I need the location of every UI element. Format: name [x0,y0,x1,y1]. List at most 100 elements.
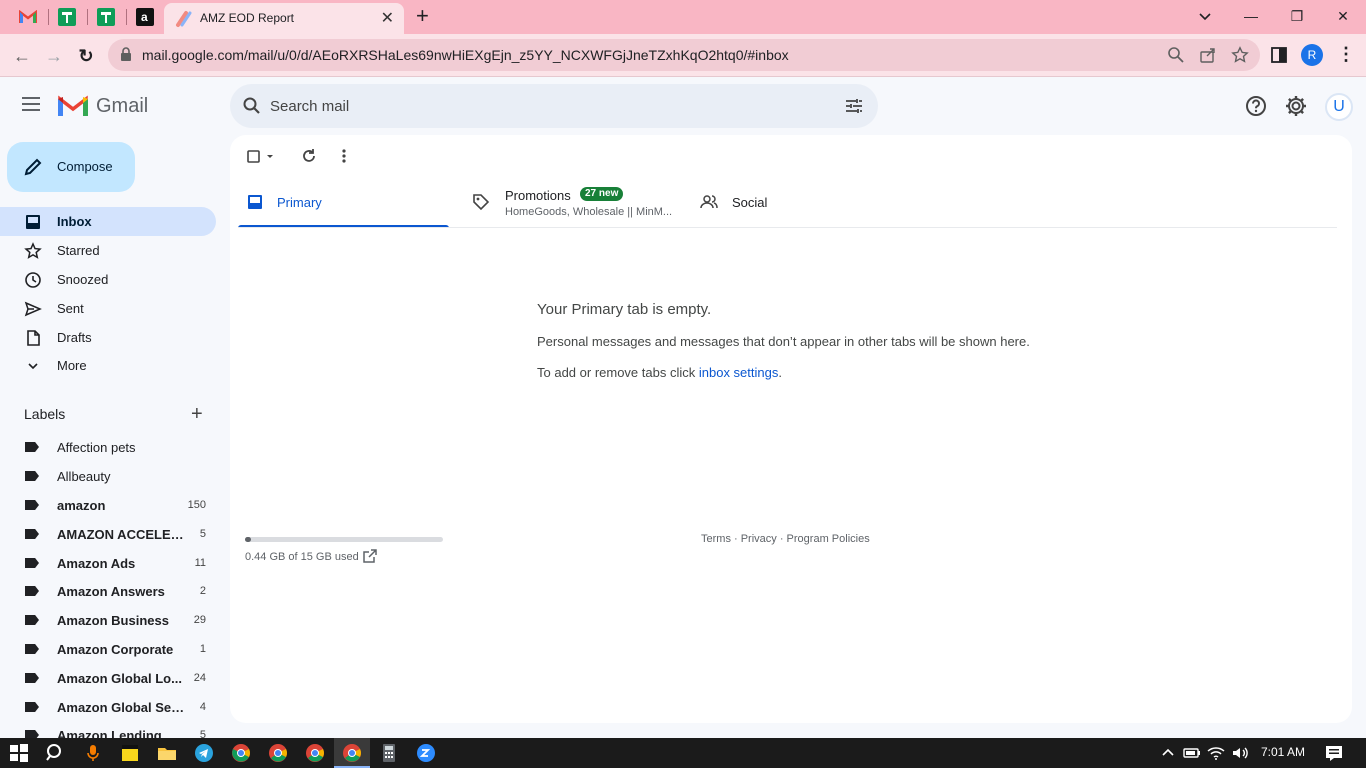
search-icon[interactable] [242,96,262,116]
nav-label: Snoozed [57,272,109,287]
sheets-tab-icon[interactable] [96,7,116,27]
add-label-button[interactable]: + [191,403,203,426]
label-name: Amazon Global Lo... [57,671,182,686]
zoom-icon[interactable] [1167,46,1185,64]
tab-primary[interactable]: Primary [238,177,449,228]
tab-label: Primary [277,195,322,210]
label-item[interactable]: Amazon Lending 5 [0,721,216,738]
file-explorer-icon[interactable] [157,743,177,763]
nav-item-drafts[interactable]: Drafts [0,323,216,352]
gmail-tab-icon[interactable] [18,7,38,27]
system-clock: 7:01 AM [1261,745,1306,759]
label-item[interactable]: AMAZON ACCELER... 5 [0,520,216,549]
label-item[interactable]: amazon 150 [0,491,216,520]
label-item[interactable]: Amazon Global Sell... 4 [0,693,216,722]
address-bar[interactable]: mail.google.com/mail/u/0/d/AEoRXRSHaLes6… [108,39,1260,71]
label-item[interactable]: Amazon Corporate 1 [0,635,216,664]
label-item[interactable]: Amazon Ads 11 [0,549,216,578]
label-tag-icon [25,558,39,568]
gmail-logo-icon[interactable] [58,94,88,118]
tab-close-icon[interactable]: ✕ [381,8,394,28]
sheets-tab-icon[interactable] [57,7,77,27]
label-item[interactable]: Amazon Answers 2 [0,577,216,606]
chrome-icon[interactable] [342,743,362,763]
side-panel-icon[interactable] [1271,47,1287,63]
refresh-icon[interactable] [301,148,317,164]
bookmark-star-icon[interactable] [1231,46,1249,64]
external-link-icon[interactable] [363,549,377,563]
account-avatar[interactable]: U [1325,93,1353,121]
volume-icon[interactable] [1230,743,1250,763]
windows-start-icon[interactable] [9,743,29,763]
settings-gear-icon[interactable] [1284,94,1308,118]
labels-heading: Labels [24,406,66,422]
new-tab-button[interactable]: + [416,3,429,29]
tab-title: AMZ EOD Report [200,11,295,25]
address-url: mail.google.com/mail/u/0/d/AEoRXRSHaLes6… [142,47,789,63]
close-window-button[interactable]: ✕ [1320,4,1366,28]
back-button[interactable]: ← [10,44,34,68]
microphone-icon[interactable] [83,743,103,763]
gmail-wordmark: Gmail [96,95,149,117]
storage-meter-fill [245,537,251,542]
tab-search-icon[interactable] [1196,7,1214,30]
chevron-up-icon[interactable] [1158,743,1178,763]
nav-item-sent[interactable]: Sent [0,294,216,323]
label-tag-icon [25,529,39,539]
search-input[interactable] [270,84,830,128]
amazon-tab-icon[interactable]: a [135,7,155,27]
label-item[interactable]: Amazon Global Lo... 24 [0,664,216,693]
sticky-notes-icon[interactable] [120,743,140,763]
label-tag-icon [25,442,39,452]
nav-item-starred[interactable]: Starred [0,236,216,265]
nav-item-more[interactable]: More [0,351,216,380]
label-item[interactable]: Amazon Business 29 [0,606,216,635]
telegram-icon[interactable] [194,743,214,763]
main-menu-icon[interactable] [22,96,42,112]
chrome-icon[interactable] [305,743,325,763]
reload-button[interactable]: ↻ [74,44,98,68]
label-name: Amazon Answers [57,584,165,599]
nav-item-snoozed[interactable]: Snoozed [0,265,216,294]
promotions-senders: HomeGoods, Wholesale || MinM... [505,206,673,218]
chrome-menu-icon[interactable]: ⋮ [1337,44,1355,65]
new-count-badge: 27 new [580,187,624,201]
wifi-icon[interactable] [1206,743,1226,763]
tag-icon [473,194,490,211]
footer-links[interactable]: Terms · Privacy · Program Policies [701,533,870,545]
tab-label: Social [732,195,768,210]
restore-button[interactable]: ❐ [1274,4,1320,28]
tab-label: Promotions [505,188,571,203]
clock-icon [25,272,41,288]
taskbar-search-icon[interactable] [45,743,65,763]
help-icon[interactable] [1244,94,1268,118]
tab-promotions[interactable]: Promotions [470,177,680,228]
nav-item-inbox[interactable]: Inbox [0,207,216,236]
label-item[interactable]: Affection pets [0,433,216,462]
active-browser-tab[interactable]: AMZ EOD Report ✕ [164,3,404,34]
search-options-icon[interactable] [844,96,864,116]
compose-button[interactable]: Compose [7,142,135,192]
draft-icon [27,330,40,346]
notifications-icon[interactable] [1324,743,1344,763]
minimize-button[interactable]: — [1228,4,1274,28]
nav-label: Inbox [57,214,92,229]
select-checkbox-icon[interactable] [246,149,274,165]
inbox-settings-link[interactable]: inbox settings [699,365,779,380]
share-icon[interactable] [1199,46,1217,64]
chrome-icon[interactable] [231,743,251,763]
label-item[interactable]: Allbeauty [0,462,216,491]
calculator-icon[interactable] [379,743,399,763]
battery-icon[interactable] [1182,743,1202,763]
empty-state-title: Your Primary tab is empty. [537,301,712,318]
more-options-icon[interactable] [340,148,348,164]
tab-social[interactable]: Social [700,177,900,228]
zoom-app-icon[interactable] [416,743,436,763]
chrome-icon[interactable] [268,743,288,763]
chrome-profile-avatar[interactable]: R [1301,44,1323,66]
label-name: Amazon Corporate [57,642,174,657]
forward-button[interactable]: → [42,44,66,68]
nav-label: Starred [57,243,100,258]
people-icon [700,195,718,209]
label-name: amazon [57,498,106,513]
